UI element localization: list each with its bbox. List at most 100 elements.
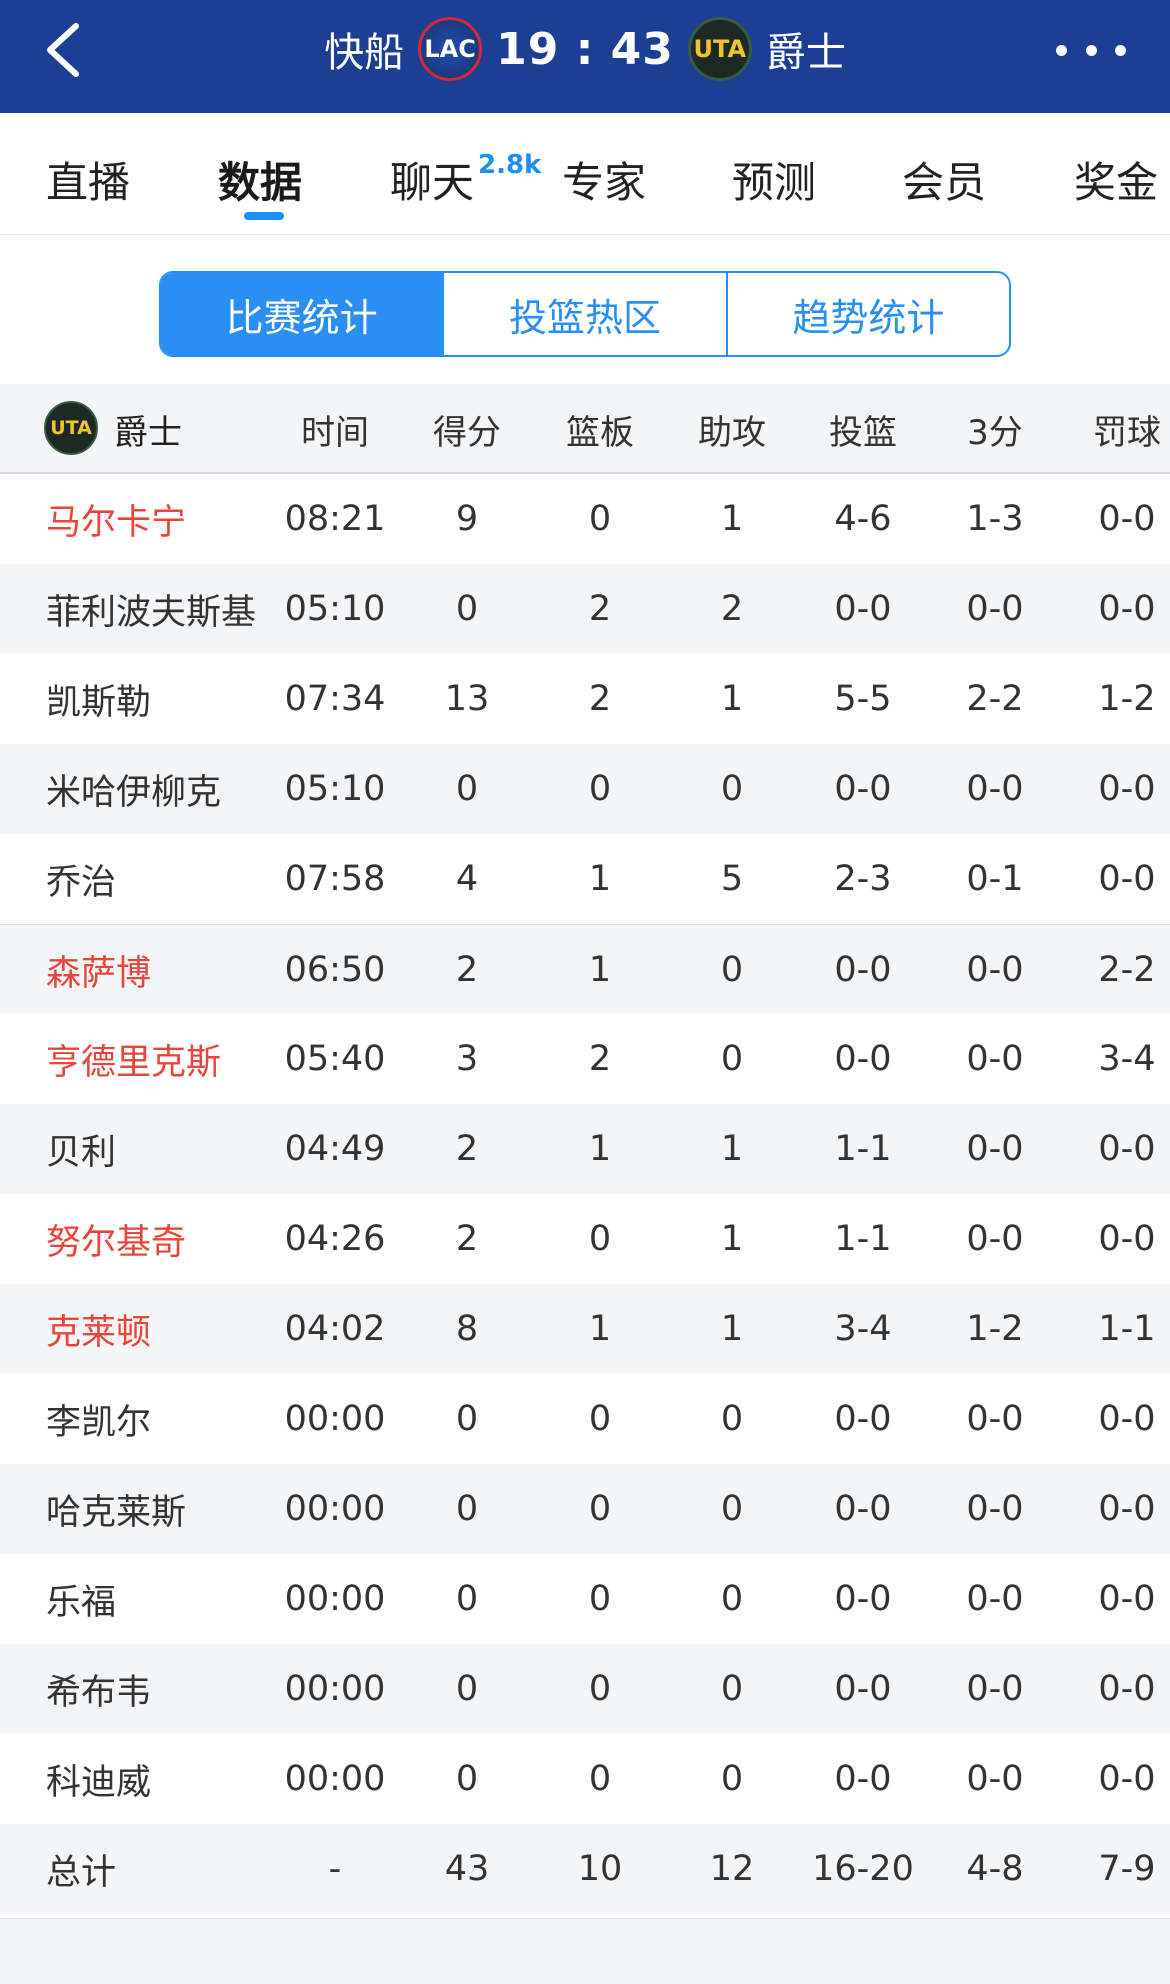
table-row[interactable]: 森萨博 06:50 2 1 0 0-0 0-0 2-2 — [0, 924, 1170, 1014]
player-rebounds: 1 — [588, 859, 612, 899]
player-free-throws: 3-4 — [1098, 1039, 1156, 1079]
table-row[interactable]: 哈克莱斯 00:00 0 0 0 0-0 0-0 0-0 — [0, 1464, 1170, 1554]
player-name: 哈克莱斯 — [46, 1492, 187, 1533]
player-rebounds: 1 — [588, 1129, 612, 1169]
segment-shot-chart[interactable]: 投篮热区 — [442, 273, 725, 355]
table-row[interactable]: 乔治 07:58 4 1 5 2-3 0-1 0-0 — [0, 834, 1170, 924]
player-field-goals: 1-1 — [834, 1219, 892, 1259]
player-name: 菲利波夫斯基 — [46, 592, 257, 633]
player-rebounds: 0 — [588, 1399, 612, 1439]
player-points: 13 — [444, 679, 490, 719]
scoreboard: 快船 LAC 19 : 43 UTA 爵士 — [0, 14, 1170, 84]
player-name: 乔治 — [46, 862, 117, 903]
table-row[interactable]: 李凯尔 00:00 0 0 0 0-0 0-0 0-0 — [0, 1374, 1170, 1464]
active-tab-indicator — [244, 212, 284, 220]
player-field-goals: 0-0 — [834, 1579, 892, 1619]
player-rebounds: 0 — [588, 499, 612, 539]
tab-membership[interactable]: 会员 — [902, 149, 986, 210]
player-assists: 0 — [720, 769, 744, 809]
table-header: UTA 爵士 时间 得分 篮板 助攻 投篮 3分 罚球 — [0, 384, 1170, 474]
table-row[interactable]: 菲利波夫斯基 05:10 0 2 2 0-0 0-0 0-0 — [0, 564, 1170, 654]
total-name: 总计 — [46, 1852, 117, 1893]
player-rebounds: 1 — [588, 950, 612, 990]
column-header-rebounds: 篮板 — [566, 412, 634, 453]
segment-trend-stats[interactable]: 趋势统计 — [725, 273, 1009, 355]
player-three-pointers: 0-1 — [966, 859, 1024, 899]
player-name: 米哈伊柳克 — [46, 772, 222, 813]
player-three-pointers: 0-0 — [966, 1669, 1024, 1709]
table-row[interactable]: 努尔基奇 04:26 2 0 1 1-1 0-0 0-0 — [0, 1194, 1170, 1284]
player-field-goals: 5-5 — [834, 679, 892, 719]
table-row[interactable]: 希布韦 00:00 0 0 0 0-0 0-0 0-0 — [0, 1644, 1170, 1734]
player-points: 9 — [455, 499, 479, 539]
total-points: 43 — [444, 1849, 490, 1889]
player-free-throws: 0-0 — [1098, 1759, 1156, 1799]
player-assists: 1 — [720, 1129, 744, 1169]
column-header-field-goals: 投篮 — [829, 412, 897, 453]
player-name: 希布韦 — [46, 1672, 152, 1713]
table-row[interactable]: 乐福 00:00 0 0 0 0-0 0-0 0-0 — [0, 1554, 1170, 1644]
player-name: 马尔卡宁 — [46, 502, 187, 543]
player-free-throws: 0-0 — [1098, 1219, 1156, 1259]
player-free-throws: 2-2 — [1098, 950, 1156, 990]
player-rebounds: 1 — [588, 1309, 612, 1349]
table-row[interactable]: 贝利 04:49 2 1 1 1-1 0-0 0-0 — [0, 1104, 1170, 1194]
player-minutes: 05:40 — [284, 1039, 386, 1079]
player-three-pointers: 0-0 — [966, 1039, 1024, 1079]
player-free-throws: 0-0 — [1098, 769, 1156, 809]
tab-bonus[interactable]: 奖金 — [1074, 149, 1158, 210]
table-row[interactable]: 克莱顿 04:02 8 1 1 3-4 1-2 1-1 — [0, 1284, 1170, 1374]
player-points: 0 — [455, 1489, 479, 1529]
player-points: 4 — [455, 859, 479, 899]
player-three-pointers: 0-0 — [966, 1759, 1024, 1799]
tab-experts[interactable]: 专家 — [562, 149, 646, 210]
player-points: 0 — [455, 1399, 479, 1439]
player-assists: 0 — [720, 1489, 744, 1529]
player-three-pointers: 0-0 — [966, 1399, 1024, 1439]
player-points: 0 — [455, 589, 479, 629]
total-rebounds: 10 — [577, 1849, 623, 1889]
player-three-pointers: 0-0 — [966, 589, 1024, 629]
player-rebounds: 2 — [588, 1039, 612, 1079]
player-field-goals: 0-0 — [834, 1759, 892, 1799]
more-horizontal-icon — [1115, 44, 1126, 56]
player-points: 0 — [455, 1579, 479, 1619]
tab-live[interactable]: 直播 — [46, 149, 130, 210]
player-name: 凯斯勒 — [46, 682, 152, 723]
player-free-throws: 0-0 — [1098, 1669, 1156, 1709]
player-points: 3 — [455, 1039, 479, 1079]
box-score-table: UTA 爵士 时间 得分 篮板 助攻 投篮 3分 罚球 马尔卡宁 08:21 9 0 1… — [0, 384, 1170, 1914]
tab-chat[interactable]: 聊天 — [390, 149, 474, 210]
table-row[interactable]: 马尔卡宁 08:21 9 0 1 4-6 1-3 0-0 — [0, 474, 1170, 564]
player-points: 2 — [455, 1219, 479, 1259]
segment-game-stats[interactable]: 比赛统计 — [161, 273, 443, 355]
player-rebounds: 0 — [588, 1579, 612, 1619]
player-rebounds: 0 — [588, 769, 612, 809]
table-row[interactable]: 科迪威 00:00 0 0 0 0-0 0-0 0-0 — [0, 1734, 1170, 1824]
tab-data[interactable]: 数据 — [218, 149, 302, 210]
player-free-throws: 1-1 — [1098, 1309, 1156, 1349]
player-rebounds: 0 — [588, 1489, 612, 1529]
total-three-pointers: 4-8 — [966, 1849, 1024, 1889]
player-three-pointers: 0-0 — [966, 1489, 1024, 1529]
player-field-goals: 3-4 — [834, 1309, 892, 1349]
table-row[interactable]: 亨德里克斯 05:40 3 2 0 0-0 0-0 3-4 — [0, 1014, 1170, 1104]
table-row[interactable]: 米哈伊柳克 05:10 0 0 0 0-0 0-0 0-0 — [0, 744, 1170, 834]
tab-prediction[interactable]: 预测 — [732, 149, 816, 210]
player-name: 克莱顿 — [46, 1312, 152, 1353]
player-three-pointers: 0-0 — [966, 1579, 1024, 1619]
more-options-button[interactable] — [1056, 30, 1126, 70]
player-three-pointers: 0-0 — [966, 1219, 1024, 1259]
player-minutes: 08:21 — [284, 499, 386, 539]
player-assists: 0 — [720, 950, 744, 990]
player-minutes: 04:26 — [284, 1219, 386, 1259]
total-assists: 12 — [709, 1849, 755, 1889]
player-minutes: 07:58 — [284, 859, 386, 899]
player-field-goals: 0-0 — [834, 589, 892, 629]
player-free-throws: 0-0 — [1098, 1579, 1156, 1619]
column-header-free-throws: 罚球 — [1093, 412, 1161, 453]
table-row[interactable]: 凯斯勒 07:34 13 2 1 5-5 2-2 1-2 — [0, 654, 1170, 744]
player-points: 8 — [455, 1309, 479, 1349]
column-header-time: 时间 — [301, 412, 369, 453]
player-field-goals: 1-1 — [834, 1129, 892, 1169]
